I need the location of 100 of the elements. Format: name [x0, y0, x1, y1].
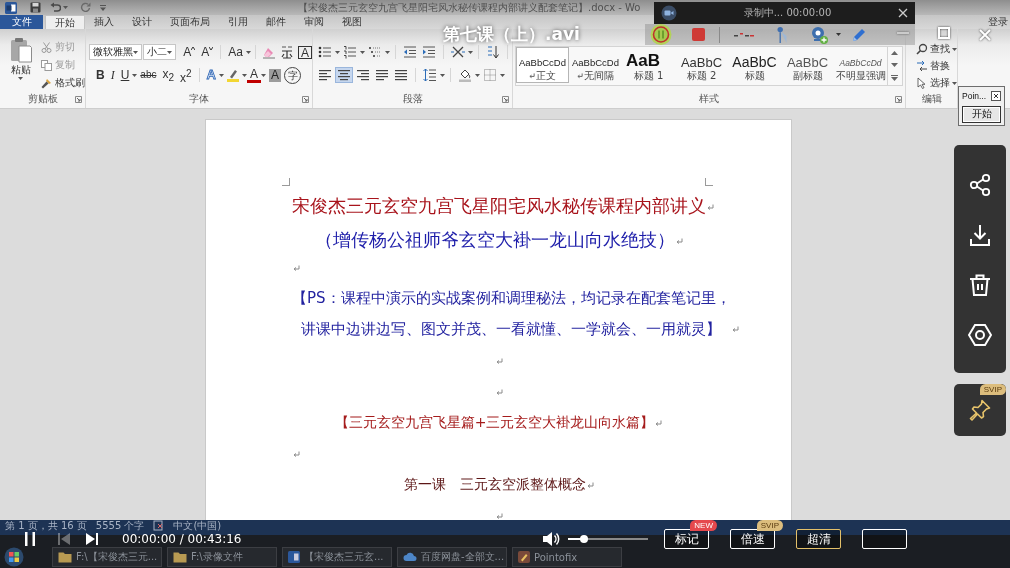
style-option[interactable]: AaBbC 标题 2: [675, 47, 728, 83]
caret-icon[interactable]: [952, 81, 957, 85]
caret-icon[interactable]: [167, 50, 173, 54]
caret-icon[interactable]: [385, 50, 390, 54]
save-icon[interactable]: [30, 2, 41, 13]
start-button[interactable]: 开始: [962, 105, 1001, 123]
taskbar-item[interactable]: 【宋俊杰三元玄...: [282, 547, 392, 567]
bullet-list-icon[interactable]: [318, 45, 332, 59]
marker-icon[interactable]: [776, 25, 788, 44]
caret-icon[interactable]: [952, 47, 957, 51]
taskbar-item[interactable]: F:\【宋俊杰三元...: [52, 547, 162, 567]
more-icon[interactable]: [890, 75, 898, 81]
maximize-icon[interactable]: [938, 27, 950, 39]
ribbon-tab[interactable]: 视图: [333, 15, 371, 29]
increase-indent-icon[interactable]: [422, 45, 436, 59]
start-orb-icon[interactable]: [4, 547, 24, 567]
next-icon[interactable]: [86, 533, 98, 545]
taskbar-item[interactable]: 百度网盘-全部文...: [397, 547, 507, 567]
document-app-icon[interactable]: [5, 1, 17, 14]
bold-button[interactable]: B: [93, 67, 108, 83]
style-option[interactable]: AaBbC 副标题: [781, 47, 834, 83]
style-option[interactable]: AaBbCcDd 无间隔: [569, 47, 622, 83]
level-dashes-icon[interactable]: [734, 31, 754, 38]
paint-bucket-icon[interactable]: [458, 68, 472, 82]
format-painter-button[interactable]: 格式刷: [41, 75, 85, 91]
style-option[interactable]: AaBbC 标题: [728, 47, 781, 83]
ribbon-tab[interactable]: 审阅: [295, 15, 333, 29]
bookmark-button[interactable]: 标记: [664, 529, 709, 549]
align-icon[interactable]: [374, 68, 390, 82]
caret-icon[interactable]: [335, 50, 340, 54]
dialog-launcher-icon[interactable]: [302, 95, 309, 103]
dialog-launcher-icon[interactable]: [75, 95, 82, 103]
change-case-button[interactable]: Aa: [225, 44, 246, 60]
align-icon[interactable]: [355, 68, 371, 82]
numbered-list-icon[interactable]: [343, 45, 357, 59]
share-icon[interactable]: [968, 173, 992, 197]
style-option[interactable]: AaBbCcDd 正文: [516, 47, 569, 83]
caret-icon[interactable]: [18, 77, 23, 80]
caret-icon[interactable]: [475, 73, 480, 77]
character-border-button[interactable]: A: [298, 45, 312, 59]
close-box-icon[interactable]: [991, 90, 1001, 101]
align-icon[interactable]: [393, 68, 409, 82]
character-shading-button[interactable]: A: [269, 68, 281, 82]
replace-button[interactable]: 替换: [916, 58, 957, 74]
redo-icon[interactable]: [80, 2, 91, 13]
volume-icon[interactable]: [542, 531, 560, 547]
sign-in-link[interactable]: 登录: [988, 15, 1008, 29]
scroll-up-icon[interactable]: [890, 51, 898, 55]
file-menu-tab[interactable]: 文件: [0, 15, 43, 29]
caret-icon[interactable]: [440, 73, 445, 77]
select-button[interactable]: 选择: [916, 75, 957, 91]
download-icon[interactable]: [968, 223, 992, 247]
highlighter-icon[interactable]: [226, 68, 240, 82]
multilevel-list-icon[interactable]: [368, 45, 382, 59]
pause-icon[interactable]: [24, 531, 36, 547]
webcam-icon[interactable]: [810, 25, 828, 44]
caret-icon[interactable]: [836, 33, 841, 36]
subscript-button[interactable]: x$_{2}$: [159, 67, 178, 83]
style-option[interactable]: AaBbCcDd 不明显强调: [834, 47, 887, 83]
style-option[interactable]: AaB 标题 1: [622, 47, 675, 83]
slider-thumb[interactable]: [580, 535, 588, 543]
align-icon[interactable]: [317, 68, 333, 82]
caret-icon[interactable]: [468, 50, 473, 54]
pencil-icon[interactable]: [851, 26, 867, 43]
text-marks-icon[interactable]: [280, 45, 294, 59]
caret-icon[interactable]: [63, 6, 68, 9]
decrease-indent-icon[interactable]: [403, 45, 417, 59]
ribbon-tab[interactable]: 插入: [85, 15, 123, 29]
italic-button[interactable]: I: [107, 67, 118, 83]
ribbon-tab[interactable]: 引用: [219, 15, 257, 29]
caret-icon[interactable]: [360, 50, 365, 54]
language-label[interactable]: 中文(中国): [173, 520, 222, 532]
quality-button[interactable]: 超清: [796, 529, 841, 549]
speed-button[interactable]: 倍速: [730, 529, 775, 549]
sort-icon[interactable]: [486, 45, 500, 59]
customize-caret-icon[interactable]: [100, 4, 106, 11]
taskbar-item[interactable]: F:\录像文件: [167, 547, 277, 567]
grow-font-button[interactable]: A: [180, 44, 199, 60]
caret-icon[interactable]: [133, 50, 139, 54]
caret-icon[interactable]: [500, 73, 505, 77]
shrink-font-button[interactable]: A: [198, 44, 217, 60]
player-button[interactable]: [862, 529, 907, 549]
scroll-down-icon[interactable]: [890, 63, 898, 67]
find-button[interactable]: 查找: [916, 41, 957, 57]
caret-icon[interactable]: [261, 73, 266, 77]
dialog-launcher-icon[interactable]: [895, 95, 902, 103]
font-name-field[interactable]: 微软雅黑: [89, 44, 143, 60]
pin-panel[interactable]: SVIP: [954, 384, 1006, 436]
line-spacing-icon[interactable]: [423, 68, 437, 82]
trash-icon[interactable]: [968, 273, 992, 297]
word-count[interactable]: 5555 个字: [95, 520, 145, 532]
caret-icon[interactable]: [132, 73, 138, 77]
cross-arrows-icon[interactable]: [451, 45, 465, 59]
undo-icon[interactable]: [50, 2, 61, 13]
superscript-button[interactable]: x$^{2}$: [177, 67, 195, 83]
caret-icon[interactable]: [242, 73, 247, 77]
ribbon-tab[interactable]: 开始: [45, 15, 85, 29]
dialog-launcher-icon[interactable]: [502, 95, 509, 103]
page-count[interactable]: 第 1 页，共 16 页: [5, 520, 87, 532]
ribbon-tab[interactable]: 邮件: [257, 15, 295, 29]
